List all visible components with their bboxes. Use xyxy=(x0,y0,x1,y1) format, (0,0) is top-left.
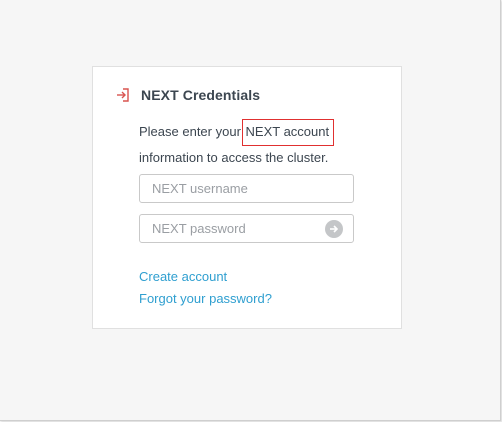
description-text-end: information to access the cluster. xyxy=(139,150,329,165)
highlighted-account-text: NEXT account xyxy=(241,119,335,146)
arrow-right-circle-icon xyxy=(330,225,339,233)
panel-description: Please enter your NEXT account informati… xyxy=(139,119,379,169)
password-field-wrapper xyxy=(139,214,354,243)
credentials-panel: NEXT Credentials Please enter your NEXT … xyxy=(92,66,402,329)
panel-header: NEXT Credentials xyxy=(115,87,260,103)
submit-button[interactable] xyxy=(325,220,343,238)
forgot-password-link[interactable]: Forgot your password? xyxy=(139,288,272,310)
description-text-start: Please enter your xyxy=(139,124,245,139)
username-input[interactable] xyxy=(140,175,322,202)
username-field-wrapper xyxy=(139,174,354,203)
password-input[interactable] xyxy=(140,215,322,242)
login-arrow-icon xyxy=(115,87,131,103)
create-account-link[interactable]: Create account xyxy=(139,266,272,288)
account-links: Create account Forgot your password? xyxy=(139,266,272,310)
panel-title: NEXT Credentials xyxy=(141,87,261,103)
